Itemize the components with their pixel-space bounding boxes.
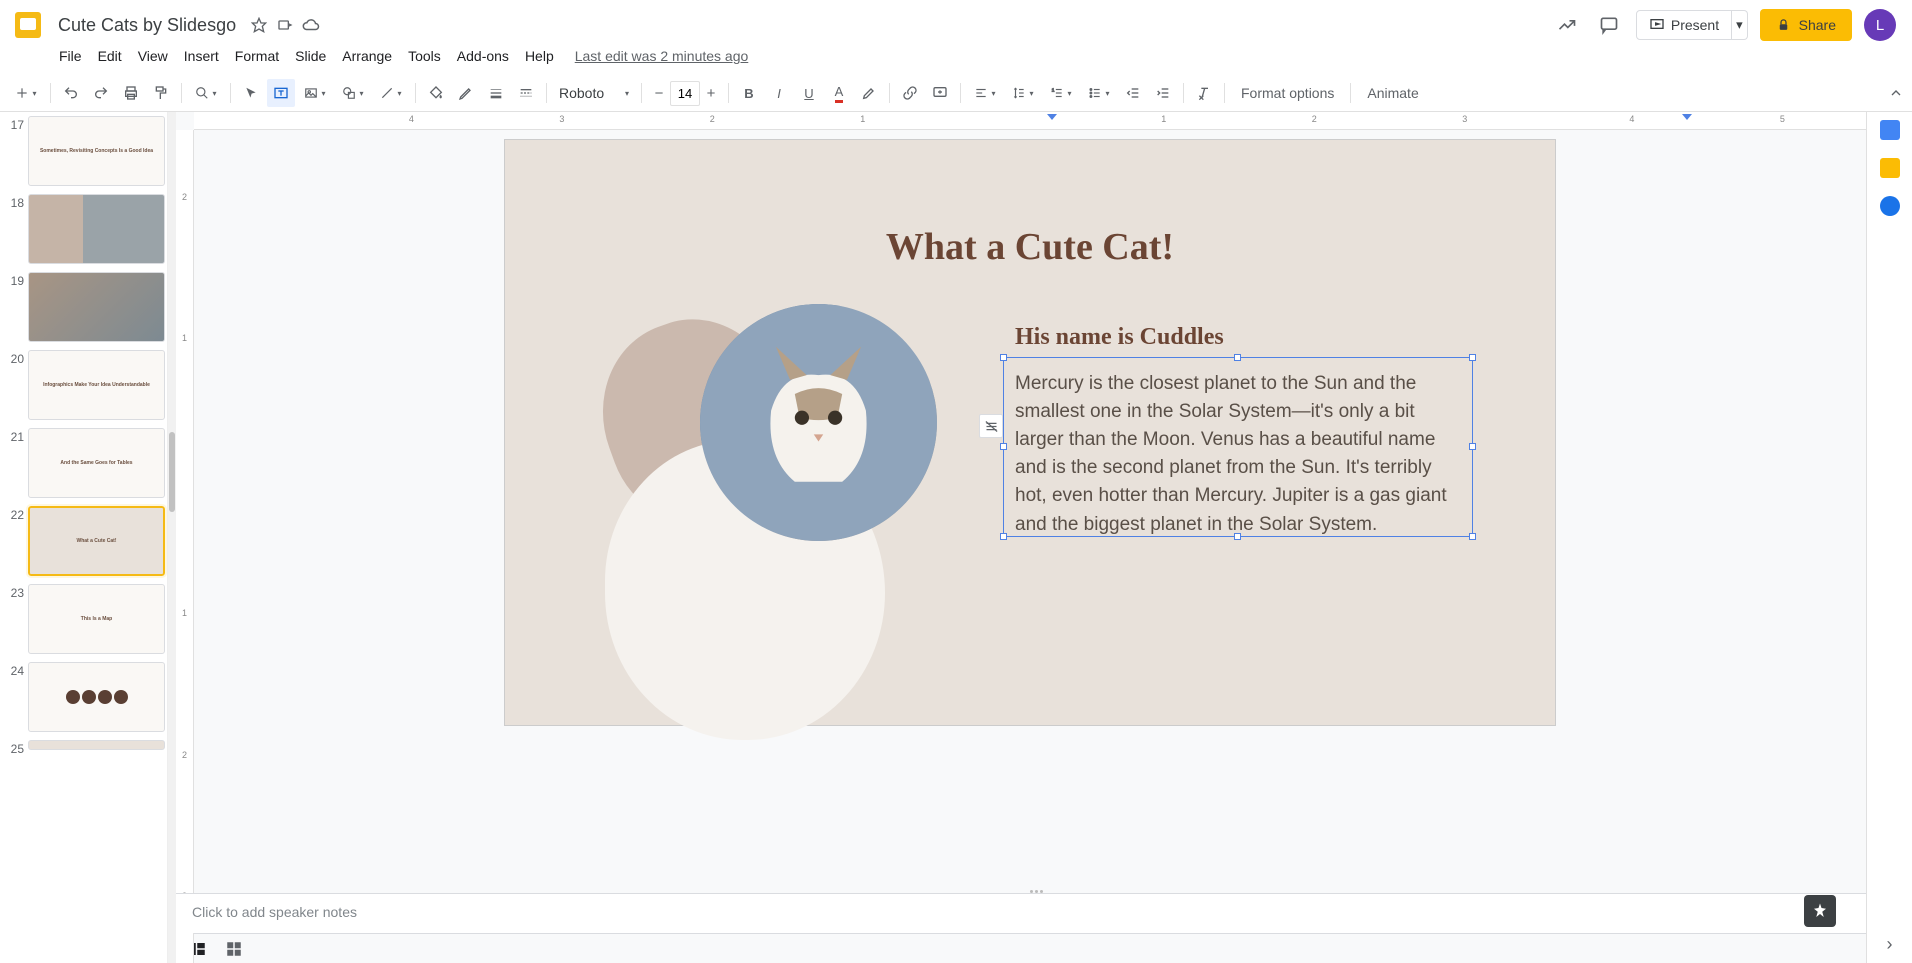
collapse-toolbar-button[interactable] bbox=[1888, 85, 1904, 101]
speaker-notes[interactable]: Click to add speaker notes bbox=[176, 893, 1866, 933]
thumb-21[interactable]: And the Same Goes for Tables bbox=[28, 428, 165, 498]
cloud-icon[interactable] bbox=[302, 16, 320, 34]
resize-handle-bl[interactable] bbox=[1000, 533, 1007, 540]
redo-button[interactable] bbox=[87, 79, 115, 107]
resize-handle-tl[interactable] bbox=[1000, 354, 1007, 361]
activity-icon[interactable] bbox=[1552, 10, 1582, 40]
font-select[interactable]: Roboto bbox=[553, 81, 635, 105]
thumb-17[interactable]: Sometimes, Revisiting Concepts Is a Good… bbox=[28, 116, 165, 186]
border-dash-button[interactable] bbox=[512, 79, 540, 107]
notes-resize-handle[interactable] bbox=[1021, 890, 1051, 898]
resize-handle-tc[interactable] bbox=[1234, 354, 1241, 361]
menu-arrange[interactable]: Arrange bbox=[335, 44, 399, 68]
menu-insert[interactable]: Insert bbox=[177, 44, 226, 68]
line-spacing-button[interactable] bbox=[1005, 79, 1041, 107]
horizontal-ruler[interactable]: 4 3 2 1 1 2 3 4 5 bbox=[194, 112, 1866, 130]
textbox-tool[interactable] bbox=[267, 79, 295, 107]
font-size-input[interactable] bbox=[670, 81, 700, 106]
account-avatar[interactable]: L bbox=[1864, 9, 1896, 41]
resize-handle-br[interactable] bbox=[1469, 533, 1476, 540]
align-button[interactable] bbox=[967, 79, 1003, 107]
present-dropdown[interactable]: ▾ bbox=[1732, 10, 1748, 40]
tasks-icon[interactable] bbox=[1880, 196, 1900, 216]
comments-icon[interactable] bbox=[1594, 10, 1624, 40]
font-size-decrease[interactable]: − bbox=[648, 81, 670, 105]
doc-title[interactable]: Cute Cats by Slidesgo bbox=[52, 13, 242, 38]
menu-format[interactable]: Format bbox=[228, 44, 286, 68]
image-tool[interactable] bbox=[297, 79, 333, 107]
filmstrip[interactable]: 17Sometimes, Revisiting Concepts Is a Go… bbox=[0, 112, 168, 963]
explore-button[interactable] bbox=[1804, 895, 1836, 927]
vertical-ruler[interactable]: 2 1 1 2 3 bbox=[176, 130, 194, 963]
sidepanel-collapse[interactable]: › bbox=[1887, 934, 1893, 955]
menu-tools[interactable]: Tools bbox=[401, 44, 448, 68]
menu-view[interactable]: View bbox=[131, 44, 175, 68]
slide-body-text[interactable]: Mercury is the closest planet to the Sun… bbox=[1015, 370, 1465, 539]
autofit-icon[interactable] bbox=[979, 414, 1003, 438]
move-icon[interactable] bbox=[276, 16, 294, 34]
share-button[interactable]: Share bbox=[1760, 9, 1852, 41]
increase-indent-button[interactable] bbox=[1149, 79, 1177, 107]
thumb-24[interactable] bbox=[28, 662, 165, 732]
slide-subtitle[interactable]: His name is Cuddles bbox=[1015, 324, 1224, 351]
menu-slide[interactable]: Slide bbox=[288, 44, 333, 68]
undo-button[interactable] bbox=[57, 79, 85, 107]
grid-view-button[interactable] bbox=[220, 937, 248, 961]
paint-format-button[interactable] bbox=[147, 79, 175, 107]
filmstrip-scrollbar[interactable] bbox=[168, 112, 176, 963]
resize-handle-mr[interactable] bbox=[1469, 443, 1476, 450]
resize-handle-tr[interactable] bbox=[1469, 354, 1476, 361]
highlight-button[interactable] bbox=[855, 79, 883, 107]
menu-file[interactable]: File bbox=[52, 44, 89, 68]
print-button[interactable] bbox=[117, 79, 145, 107]
bold-button[interactable]: B bbox=[735, 79, 763, 107]
slides-logo[interactable] bbox=[8, 5, 48, 45]
svg-text:1: 1 bbox=[1052, 87, 1055, 92]
cat-image[interactable] bbox=[700, 304, 937, 541]
present-label: Present bbox=[1671, 17, 1719, 33]
calendar-icon[interactable] bbox=[1880, 120, 1900, 140]
thumb-25[interactable] bbox=[28, 740, 165, 750]
thumb-22[interactable]: What a Cute Cat! bbox=[28, 506, 165, 576]
present-button[interactable]: Present bbox=[1636, 10, 1732, 40]
bulleted-list-button[interactable] bbox=[1081, 79, 1117, 107]
add-comment-button[interactable] bbox=[926, 79, 954, 107]
fill-color-button[interactable] bbox=[422, 79, 450, 107]
italic-button[interactable]: I bbox=[765, 79, 793, 107]
insert-link-button[interactable] bbox=[896, 79, 924, 107]
menu-help[interactable]: Help bbox=[518, 44, 561, 68]
thumb-18[interactable] bbox=[28, 194, 165, 264]
underline-button[interactable]: U bbox=[795, 79, 823, 107]
select-tool[interactable] bbox=[237, 79, 265, 107]
star-icon[interactable] bbox=[250, 16, 268, 34]
font-size-increase[interactable]: + bbox=[700, 81, 722, 105]
ruler-indent-left[interactable] bbox=[1047, 114, 1057, 120]
menu-edit[interactable]: Edit bbox=[91, 44, 129, 68]
ruler-indent-right[interactable] bbox=[1682, 114, 1692, 120]
shape-tool[interactable] bbox=[335, 79, 371, 107]
new-slide-button[interactable] bbox=[8, 79, 44, 107]
line-tool[interactable] bbox=[373, 79, 409, 107]
zoom-button[interactable] bbox=[188, 79, 224, 107]
slide-title[interactable]: What a Cute Cat! bbox=[505, 225, 1555, 269]
slide-canvas[interactable]: What a Cute Cat! His name is Cuddles Mer… bbox=[505, 140, 1555, 725]
animate-button[interactable]: Animate bbox=[1357, 81, 1428, 105]
format-options-button[interactable]: Format options bbox=[1231, 81, 1344, 105]
thumb-20[interactable]: Infographics Make Your Idea Understandab… bbox=[28, 350, 165, 420]
thumb-19[interactable] bbox=[28, 272, 165, 342]
decrease-indent-button[interactable] bbox=[1119, 79, 1147, 107]
border-weight-button[interactable] bbox=[482, 79, 510, 107]
thumb-23[interactable]: This Is a Map bbox=[28, 584, 165, 654]
menu-addons[interactable]: Add-ons bbox=[450, 44, 516, 68]
share-label: Share bbox=[1799, 17, 1836, 33]
clear-formatting-button[interactable] bbox=[1190, 79, 1218, 107]
speaker-notes-placeholder: Click to add speaker notes bbox=[192, 904, 357, 920]
text-color-button[interactable]: A bbox=[825, 79, 853, 107]
numbered-list-button[interactable]: 1 bbox=[1043, 79, 1079, 107]
border-color-button[interactable] bbox=[452, 79, 480, 107]
last-edit-link[interactable]: Last edit was 2 minutes ago bbox=[575, 48, 749, 64]
resize-handle-ml[interactable] bbox=[1000, 443, 1007, 450]
keep-icon[interactable] bbox=[1880, 158, 1900, 178]
